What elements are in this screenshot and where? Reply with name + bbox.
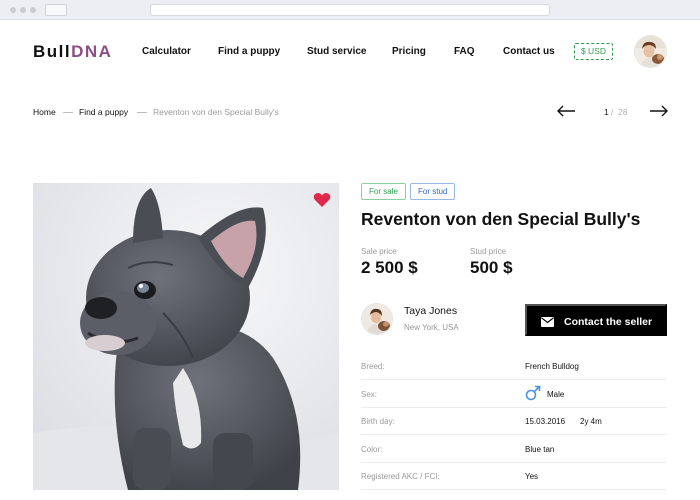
pager-separator: /	[611, 107, 614, 117]
birth-day-label: Birth day:	[361, 417, 395, 426]
currency-selector[interactable]: $ USD	[574, 43, 613, 60]
stud-price-value: 500 $	[470, 258, 513, 277]
divider	[361, 434, 667, 435]
breadcrumb-find-a-puppy[interactable]: Find a puppy	[79, 107, 128, 117]
divider	[361, 489, 667, 490]
breed-label: Breed:	[361, 362, 385, 371]
nav-faq[interactable]: FAQ	[454, 46, 475, 57]
nav-pricing[interactable]: Pricing	[392, 46, 426, 57]
user-avatar[interactable]	[634, 35, 667, 68]
for-stud-badge: For stud	[410, 183, 456, 200]
sex-label: Sex:	[361, 390, 378, 399]
window-dot[interactable]	[20, 7, 26, 13]
stud-price-label: Stud price	[470, 247, 507, 256]
color-value: Blue tan	[525, 445, 555, 454]
birth-day-value: 15.03.2016	[525, 417, 566, 426]
sale-price-value: 2 500 $	[361, 258, 418, 277]
for-sale-badge: For sale	[361, 183, 406, 200]
seller-location: New York, USA	[404, 323, 459, 332]
address-bar[interactable]	[150, 4, 550, 16]
seller-avatar-image	[362, 304, 392, 334]
registered-label: Registered AKC / FCI:	[361, 472, 440, 481]
breadcrumb-current: Reventon von den Special Bully's	[153, 107, 279, 117]
dog-photo	[33, 183, 339, 490]
avatar-image	[635, 36, 666, 67]
contact-seller-button[interactable]: Contact the seller	[525, 304, 667, 336]
breadcrumb-separator	[137, 112, 147, 113]
nav-contact-us[interactable]: Contact us	[503, 46, 555, 57]
divider	[361, 407, 667, 408]
divider	[361, 379, 667, 380]
nav-stud-service[interactable]: Stud service	[307, 46, 366, 57]
contact-seller-label: Contact the seller	[564, 316, 653, 328]
arrow-left-icon[interactable]	[556, 104, 576, 118]
divider	[361, 462, 667, 463]
breadcrumb-home[interactable]: Home	[33, 107, 56, 117]
heart-icon[interactable]	[313, 192, 331, 208]
seller-avatar[interactable]	[361, 303, 393, 335]
window-dot[interactable]	[30, 7, 36, 13]
logo-accent-text: DNA	[71, 42, 113, 61]
nav-find-a-puppy[interactable]: Find a puppy	[218, 46, 280, 57]
pager-total: 28	[618, 107, 628, 117]
logo-text: Bull	[33, 42, 72, 61]
arrow-right-icon[interactable]	[649, 104, 669, 118]
logo[interactable]: BullDNA	[33, 42, 112, 62]
sale-price-label: Sale price	[361, 247, 397, 256]
french-bulldog-image	[33, 183, 339, 490]
breed-value: French Bulldog	[525, 362, 579, 371]
color-label: Color:	[361, 445, 383, 454]
envelope-icon	[541, 317, 554, 327]
male-icon	[525, 385, 541, 401]
browser-chrome	[0, 0, 700, 20]
age-value: 2y 4m	[580, 417, 602, 426]
pager-current: 1	[604, 107, 609, 117]
window-dot[interactable]	[10, 7, 16, 13]
listing-title: Reventon von den Special Bully's	[361, 209, 641, 229]
breadcrumb-separator	[63, 112, 73, 113]
sex-value: Male	[547, 390, 565, 399]
seller-name[interactable]: Taya Jones	[404, 305, 457, 317]
registered-value: Yes	[525, 472, 539, 481]
nav-calculator[interactable]: Calculator	[142, 46, 191, 57]
browser-tab[interactable]	[45, 4, 67, 16]
